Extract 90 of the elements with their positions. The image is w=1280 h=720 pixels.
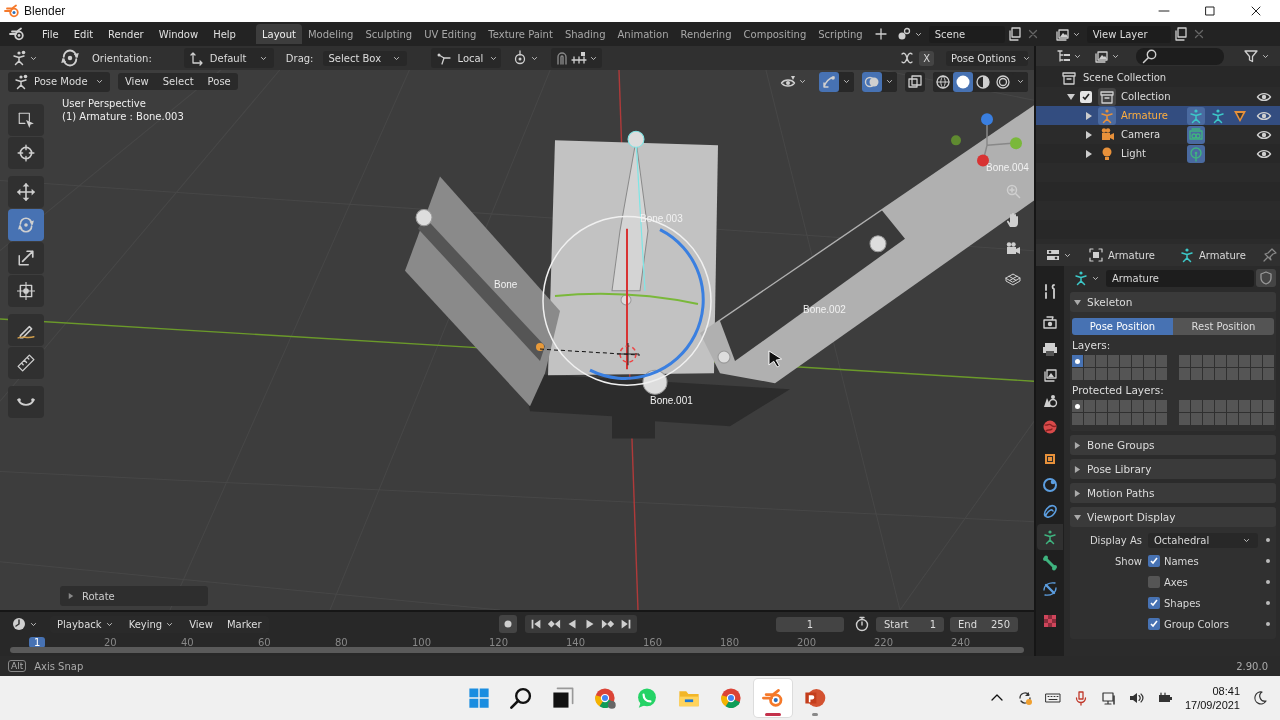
start-frame-field[interactable]: Start 1 [876,616,944,632]
workspace-tab[interactable]: UV Editing [418,24,483,44]
workspace-tab[interactable]: Shading [558,24,612,44]
workspace-tab[interactable]: Layout [255,24,302,44]
bone-label: Bone.001 [650,395,693,407]
drag-label: Drag: [285,52,314,64]
object-name: Armature [1108,249,1155,261]
workspace-tab[interactable]: Compositing [737,24,813,44]
display-as-label: Display As [1088,534,1143,546]
outliner-row[interactable]: Armature [1036,106,1280,125]
menu-item[interactable]: Window [151,28,207,40]
menu-item[interactable]: Help [206,28,244,40]
menu-button[interactable]: Select [155,73,201,90]
active-object-label: (1) Armature : Bone.003 [62,111,184,122]
bone-label: Bone.004 [986,162,1029,174]
menu-button[interactable]: Playback [50,615,122,633]
workspace-tab[interactable]: Sculpting [359,24,419,44]
item-name: Collection [1121,91,1172,102]
key-hint: Alt [8,660,27,672]
frame-number: 140 [566,637,586,648]
workspace-tab[interactable]: Modeling [301,24,360,44]
clock-time[interactable]: 08:41 [1212,685,1240,697]
item-name: Camera [1121,129,1162,140]
orientation-label: Orientation: [92,52,152,64]
item-name: Armature [1121,110,1169,121]
position-toggle[interactable]: Pose Position [1072,318,1173,335]
frame-number: 120 [489,637,509,648]
frame-number: 200 [797,637,817,648]
outliner-row[interactable]: Light [1036,144,1280,163]
frame-number: 240 [951,637,971,648]
workspace-tab[interactable]: Scripting [812,24,869,44]
viewport[interactable]: Bone Bone.003 Bone.002 Bone.001 Bone.004 Orientation: Default Drag: Select Box Local X Pose Options Pose Mode View Select Pose User Perspective (1) Armature : Bone.003 Rotate [0,46,1034,610]
clock-date[interactable]: 17/09/2021 [1184,699,1240,711]
show-label: Show [1114,555,1143,567]
panel-header[interactable]: Bone Groups [1070,435,1276,455]
view-layer-field[interactable]: View Layer [1086,25,1171,43]
display-as-dropdown[interactable]: Octahedral [1148,532,1258,548]
bone-label: Bone.002 [803,303,846,315]
menu-button[interactable]: Marker [219,615,269,633]
frame-number: 180 [720,637,740,648]
panel-header[interactable]: Skeleton [1070,292,1276,312]
frame-number: 80 [335,637,348,648]
item-name: Light [1121,148,1147,159]
menu-item[interactable]: Edit [66,28,102,40]
datablock-name-field[interactable]: Armature [1106,269,1254,287]
mode-dropdown[interactable]: Pose Mode [8,71,110,92]
frame-number: 40 [181,637,194,648]
menu-button[interactable]: Keying [121,615,183,633]
bone-label: Bone [494,278,518,290]
menu-button[interactable]: View [182,615,220,633]
operator-name: Rotate [82,590,115,602]
outliner-row[interactable]: Scene Collection [1036,68,1280,87]
data-name: Armature [1198,249,1246,261]
option-label: Axes [1164,576,1189,588]
end-frame-field[interactable]: End 250 [950,616,1018,632]
workspace-tab[interactable]: Rendering [674,24,738,44]
panel-header[interactable]: Pose Library [1070,459,1276,479]
bone-label: Bone.003 [640,212,683,224]
last-operator-panel[interactable]: Rotate [60,586,208,606]
orientation-dropdown[interactable]: Default [183,48,274,68]
frame-number: 60 [258,637,271,648]
frame-number: 160 [643,637,663,648]
scene-field[interactable]: Scene [928,25,1005,43]
panel-header[interactable]: Viewport Display [1070,507,1276,527]
item-name: Scene Collection [1083,72,1167,83]
frame-number: 100 [412,637,432,648]
menu-button[interactable]: View [118,73,156,90]
pivot-dropdown[interactable]: Local [431,48,502,68]
view-name: User Perspective [62,98,147,109]
layers-label: Layers: [1072,339,1112,351]
frame-number: 20 [104,637,117,648]
option-label: Group Colors [1164,618,1230,630]
workspace-tab[interactable]: Animation [611,24,675,44]
option-label: Shapes [1164,597,1202,609]
panel-header[interactable]: Motion Paths [1070,483,1276,503]
mirror-x-toggle[interactable]: X [919,50,934,66]
window-title: Blender [24,4,66,18]
position-toggle[interactable]: Rest Position [1173,318,1274,335]
option-label: Names [1164,555,1200,567]
version-label: 2.90.0 [1236,660,1269,672]
menu-item[interactable]: File [35,28,67,40]
workspace-tab[interactable]: Texture Paint [482,24,559,44]
frame-number: 220 [874,637,894,648]
status-hint: Axis Snap [34,660,84,672]
menu-button[interactable]: Pose [200,73,238,90]
menu-item[interactable]: Render [101,28,152,40]
current-frame-field[interactable]: 1 [776,616,844,632]
pose-options-dropdown[interactable]: Pose Options [946,50,1028,66]
drag-dropdown[interactable]: Select Box [323,50,408,66]
protected-layers-label: Protected Layers: [1072,384,1165,396]
